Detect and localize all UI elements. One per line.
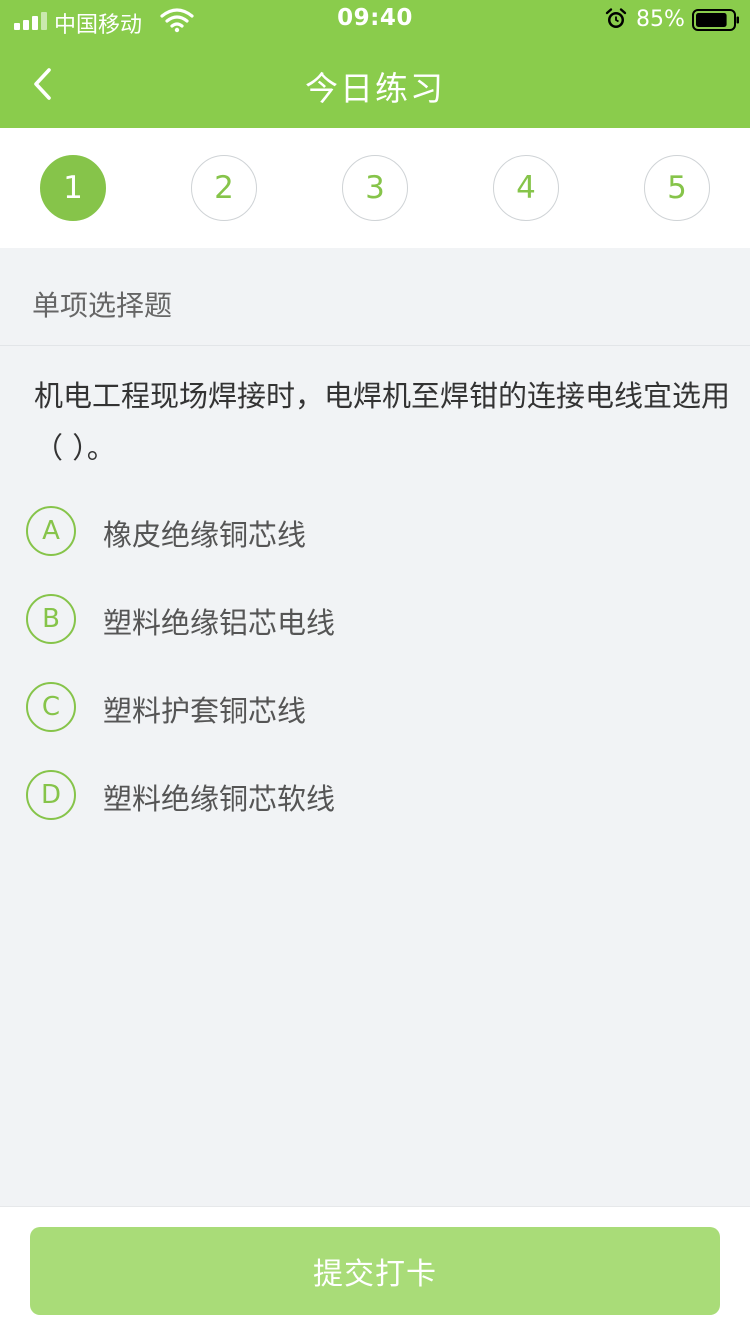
page-title: 今日练习 <box>305 69 445 108</box>
battery-percent: 85% <box>636 7 685 32</box>
question-steps: 1 2 3 4 5 <box>0 128 750 248</box>
option-a-badge: A <box>26 506 76 556</box>
step-5[interactable]: 5 <box>644 155 710 221</box>
bottom-bar: 提交打卡 <box>0 1206 750 1334</box>
option-d-label: 塑料绝缘铜芯软线 <box>103 782 336 816</box>
option-b-badge: B <box>26 594 76 644</box>
option-d-badge: D <box>26 770 76 820</box>
option-c[interactable]: C 塑料护套铜芯线 <box>0 671 750 743</box>
option-c-badge: C <box>26 682 76 732</box>
question-type-label: 单项选择题 <box>32 289 173 322</box>
submit-button[interactable]: 提交打卡 <box>30 1227 720 1315</box>
option-b[interactable]: B 塑料绝缘铝芯电线 <box>0 583 750 655</box>
alarm-icon <box>605 8 627 28</box>
step-1[interactable]: 1 <box>40 155 106 221</box>
question-text: 机电工程现场焊接时，电焊机至焊钳的连接电线宜选用（ ）。 <box>34 379 731 465</box>
option-b-label: 塑料绝缘铝芯电线 <box>103 606 336 640</box>
step-2[interactable]: 2 <box>191 155 257 221</box>
option-d[interactable]: D 塑料绝缘铜芯软线 <box>0 759 750 831</box>
option-a[interactable]: A 橡皮绝缘铜芯线 <box>0 495 750 567</box>
nav-bar: 今日练习 <box>0 40 750 128</box>
header: 中国移动 09:40 85% 今日练习 <box>0 0 750 128</box>
step-3[interactable]: 3 <box>342 155 408 221</box>
step-4[interactable]: 4 <box>493 155 559 221</box>
option-c-label: 塑料护套铜芯线 <box>103 694 307 728</box>
battery-icon <box>692 9 739 31</box>
question-type-header: 单项选择题 <box>0 248 750 346</box>
option-a-label: 橡皮绝缘铜芯线 <box>103 518 307 552</box>
status-bar: 中国移动 09:40 85% <box>0 0 750 40</box>
